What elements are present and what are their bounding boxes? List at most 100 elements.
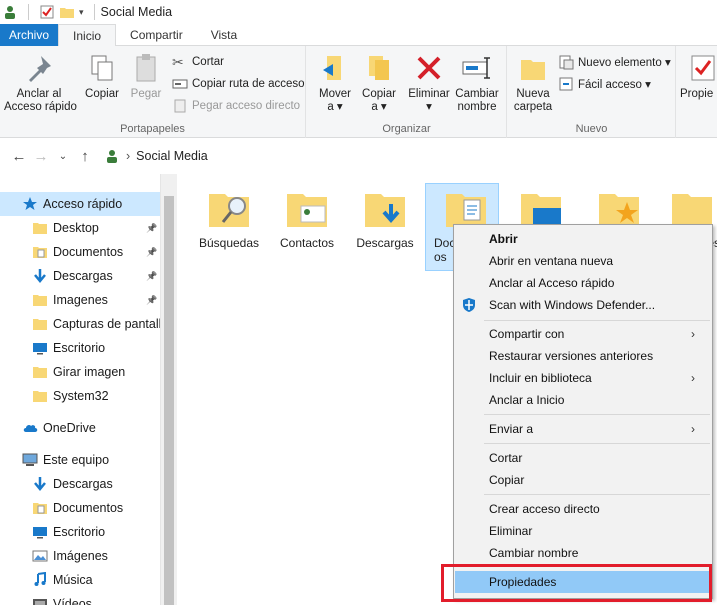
menu-item-restaurar-versiones[interactable]: Restaurar versiones anteriores: [455, 345, 711, 367]
menu-item-enviar-a[interactable]: Enviar a ›: [455, 418, 711, 440]
sidebar-item[interactable]: Acceso rápido: [0, 192, 160, 216]
context-menu: Abrir Abrir en ventana nueva Anclar al A…: [453, 224, 713, 599]
pin-icon: [29, 56, 51, 82]
sidebar-item[interactable]: Documentos: [0, 496, 160, 520]
new-folder-button[interactable]: Nueva carpeta: [510, 52, 556, 114]
copy-path-button[interactable]: Copiar ruta de acceso: [172, 74, 305, 94]
quick-access-toolbar: ▾: [0, 4, 101, 20]
sidebar-item-label: Descargas: [53, 477, 113, 491]
sidebar-item[interactable]: Descargas 📌: [0, 264, 160, 288]
ribbon-tabs: Archivo Inicio Compartir Vista: [0, 24, 717, 47]
tab-archivo[interactable]: Archivo: [0, 24, 59, 46]
folder-icon: [32, 316, 48, 332]
sidebar-item[interactable]: System32: [0, 384, 160, 408]
menu-item-anclar-inicio[interactable]: Anclar a Inicio: [455, 389, 711, 411]
copy-to-button[interactable]: Copiar a ▾: [359, 52, 399, 114]
menu-item-abrir-ventana-nueva[interactable]: Abrir en ventana nueva: [455, 250, 711, 272]
new-folder-icon[interactable]: [59, 4, 75, 20]
sidebar-item[interactable]: Documentos 📌: [0, 240, 160, 264]
sidebar-item[interactable]: Capturas de pantalla: [0, 312, 160, 336]
tab-inicio[interactable]: Inicio: [58, 24, 117, 47]
sidebar-item[interactable]: OneDrive: [0, 416, 160, 440]
search-folder-icon: [209, 194, 249, 227]
menu-label: Enviar a: [489, 422, 534, 436]
user-folder-icon: [107, 150, 117, 163]
navigation-bar: ← → ⌄ ↑ › Social Media: [0, 138, 717, 174]
menu-separator: [484, 414, 710, 415]
pin-icon[interactable]: 📌: [146, 271, 157, 282]
pin-icon[interactable]: 📌: [146, 295, 157, 306]
contacts-folder-icon: [287, 194, 327, 227]
properties-ribbon-button[interactable]: Propie: [680, 52, 717, 101]
customize-dropdown-icon[interactable]: ▾: [79, 7, 84, 18]
back-arrow-icon[interactable]: ←: [8, 148, 30, 165]
sidebar-item[interactable]: Imágenes: [0, 544, 160, 568]
menu-item-anclar-acceso-rapido[interactable]: Anclar al Acceso rápido: [455, 272, 711, 294]
paste-icon: [136, 54, 156, 82]
menu-item-cortar[interactable]: Cortar: [455, 447, 711, 469]
folder-contactos[interactable]: Contactos: [270, 184, 344, 250]
copy-button[interactable]: Copiar: [80, 52, 124, 101]
pin-quick-access-button[interactable]: Anclar al Acceso rápido: [4, 52, 77, 114]
cut-button[interactable]: ✂ Cortar: [172, 52, 224, 72]
easy-access-button[interactable]: Fácil acceso ▾: [558, 74, 651, 94]
delete-button[interactable]: Eliminar ▾: [405, 52, 453, 114]
recent-dropdown-icon[interactable]: ⌄: [52, 151, 74, 162]
menu-item-copiar[interactable]: Copiar: [455, 469, 711, 491]
sidebar-item-label: Imágenes: [53, 549, 108, 563]
sidebar-item-label: Música: [53, 573, 93, 587]
menu-item-incluir-biblioteca[interactable]: Incluir en biblioteca ›: [455, 367, 711, 389]
sidebar-item[interactable]: Escritorio: [0, 520, 160, 544]
sidebar-item-label: OneDrive: [43, 421, 96, 435]
paste-shortcut-icon: [174, 99, 186, 113]
menu-item-crear-acceso-directo[interactable]: Crear acceso directo: [455, 498, 711, 520]
move-to-button[interactable]: Mover a ▾: [313, 52, 357, 114]
menu-item-abrir[interactable]: Abrir: [455, 228, 711, 250]
folder-busquedas[interactable]: Búsquedas: [192, 184, 266, 250]
tab-vista[interactable]: Vista: [197, 24, 251, 46]
sidebar-item-label: Descargas: [53, 269, 113, 283]
sidebar-item[interactable]: Este equipo: [0, 448, 160, 472]
user-folder-icon[interactable]: [2, 4, 18, 20]
pin-icon[interactable]: 📌: [146, 223, 157, 234]
copy-label: Copiar: [85, 88, 119, 100]
menu-label: Abrir en ventana nueva: [489, 254, 614, 268]
highlight-callout-box: [441, 564, 712, 602]
sidebar-item[interactable]: Música: [0, 568, 160, 592]
sidebar-item[interactable]: Imagenes 📌: [0, 288, 160, 312]
menu-item-scan-defender[interactable]: Scan with Windows Defender...: [455, 294, 711, 316]
menu-item-cambiar-nombre[interactable]: Cambiar nombre: [455, 542, 711, 564]
documents-icon: [32, 500, 48, 516]
new-item-button[interactable]: Nuevo elemento ▾: [558, 52, 671, 72]
address-bar[interactable]: › Social Media: [104, 148, 208, 164]
sidebar-item[interactable]: Desktop 📌: [0, 216, 160, 240]
menu-separator: [484, 320, 710, 321]
forward-arrow-icon[interactable]: →: [30, 148, 52, 165]
pin-icon[interactable]: 📌: [146, 247, 157, 258]
scrollbar-thumb[interactable]: [164, 196, 174, 605]
download-icon: [32, 268, 48, 284]
sidebar-item[interactable]: Descargas: [0, 472, 160, 496]
paste-button[interactable]: Pegar: [126, 52, 166, 101]
sidebar-scrollbar[interactable]: [160, 174, 177, 605]
menu-label: Eliminar: [489, 524, 533, 538]
sidebar-item[interactable]: Escritorio: [0, 336, 160, 360]
cloud-icon: [22, 420, 38, 436]
paste-shortcut-button[interactable]: Pegar acceso directo: [172, 96, 300, 116]
menu-item-eliminar[interactable]: Eliminar: [455, 520, 711, 542]
sidebar-item[interactable]: Vídeos: [0, 592, 160, 605]
up-arrow-icon[interactable]: ↑: [74, 148, 96, 165]
tab-compartir[interactable]: Compartir: [116, 24, 197, 46]
properties-check-icon[interactable]: [39, 4, 55, 20]
rename-button[interactable]: Cambiar nombre: [453, 52, 501, 114]
desktop-icon: [32, 524, 48, 540]
folder-descargas[interactable]: Descargas: [348, 184, 422, 250]
window-title: Social Media: [100, 5, 173, 19]
breadcrumb[interactable]: Social Media: [136, 149, 208, 163]
pictures-icon: [32, 548, 48, 564]
menu-item-compartir-con[interactable]: Compartir con ›: [455, 323, 711, 345]
menu-separator: [484, 494, 710, 495]
pin-quick-access-label: Anclar al Acceso rápido: [4, 88, 77, 113]
menu-label: Copiar: [489, 473, 525, 487]
sidebar-item[interactable]: Girar imagen: [0, 360, 160, 384]
